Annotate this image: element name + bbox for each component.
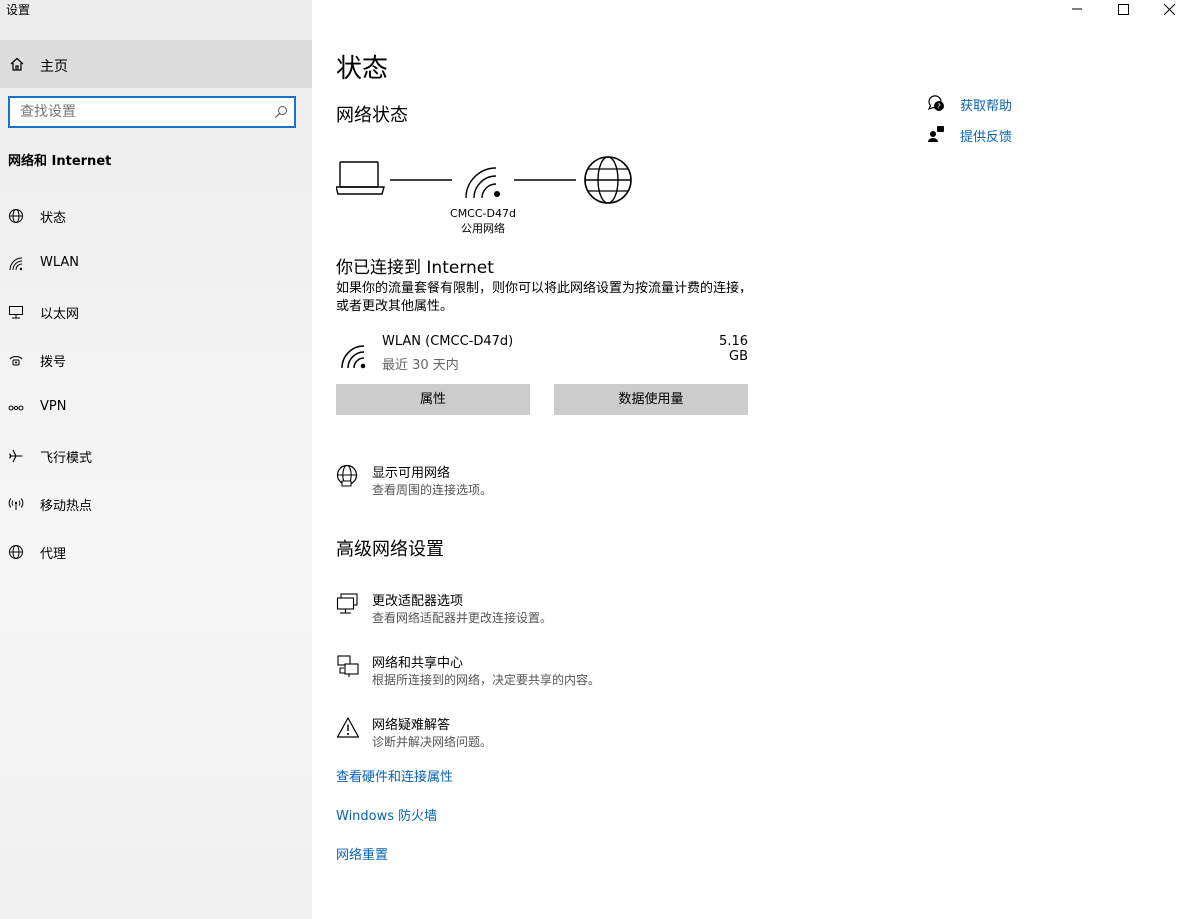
globe-icon xyxy=(9,545,23,559)
sidebar-item-home[interactable]: 主页 xyxy=(0,40,312,88)
vpn-icon xyxy=(8,405,24,411)
sidebar-item-label: WLAN xyxy=(40,255,80,270)
network-ssid: CMCC-D47d xyxy=(450,207,516,220)
search-input[interactable] xyxy=(10,98,260,126)
feedback-icon[interactable] xyxy=(927,125,945,143)
network-name-label: CMCC-D47d 公用网络 xyxy=(438,206,528,236)
sharing-center-link[interactable]: 网络和共享中心 xyxy=(372,652,463,671)
sharing-center-desc: 根据所连接到的网络，决定要共享的内容。 xyxy=(372,673,601,687)
sidebar-item-proxy[interactable]: 代理 xyxy=(0,532,312,572)
get-help-icon[interactable]: ? xyxy=(927,94,945,112)
search-field[interactable] xyxy=(8,96,296,128)
sidebar-item-ethernet[interactable]: 以太网 xyxy=(0,292,312,332)
globe-network-icon[interactable] xyxy=(336,464,360,488)
data-usage-button[interactable]: 数据使用量 xyxy=(554,384,748,415)
airplane-icon xyxy=(9,449,23,463)
globe-icon xyxy=(9,209,23,223)
wifi-icon xyxy=(9,257,23,271)
ethernet-icon xyxy=(9,306,23,319)
adapter-options-link[interactable]: 更改适配器选项 xyxy=(372,590,463,609)
sidebar-item-label: 移动热点 xyxy=(40,499,93,514)
dialup-icon xyxy=(9,356,23,366)
show-networks-link[interactable]: 显示可用网络 xyxy=(372,462,450,481)
maximize-icon xyxy=(1117,3,1129,15)
data-usage-amount: 5.16 GB xyxy=(719,334,748,364)
sidebar-item-label: 状态 xyxy=(40,211,67,226)
sidebar-item-airplane[interactable]: 飞行模式 xyxy=(0,436,312,476)
connection-name: WLAN (CMCC-D47d) xyxy=(382,334,514,349)
sidebar-item-label: 飞行模式 xyxy=(40,451,93,466)
sidebar-item-label: 代理 xyxy=(40,547,67,562)
warning-icon[interactable] xyxy=(336,716,360,740)
sidebar-item-label: 主页 xyxy=(40,59,68,75)
close-icon xyxy=(1163,3,1175,15)
troubleshoot-desc: 诊断并解决网络问题。 xyxy=(372,735,493,749)
troubleshoot-link[interactable]: 网络疑难解答 xyxy=(372,714,450,733)
home-icon xyxy=(10,57,24,71)
windows-firewall-link[interactable]: Windows 防火墙 xyxy=(336,805,437,824)
sharing-center-icon[interactable] xyxy=(336,654,360,678)
properties-button[interactable]: 属性 xyxy=(336,384,530,415)
sidebar-item-hotspot[interactable]: 移动热点 xyxy=(0,484,312,524)
maximize-button[interactable] xyxy=(1100,0,1146,18)
laptop-icon xyxy=(336,161,385,195)
sidebar: 设置 主页 网络和 Internet 状态 WLAN xyxy=(0,0,312,919)
sidebar-item-label: 拨号 xyxy=(40,355,67,370)
sidebar-item-status[interactable]: 状态 xyxy=(0,196,312,236)
connected-heading: 你已连接到 Internet xyxy=(336,258,494,278)
sidebar-item-dialup[interactable]: 拨号 xyxy=(0,340,312,380)
sidebar-item-wlan[interactable]: WLAN xyxy=(0,244,312,284)
minimize-button[interactable] xyxy=(1054,0,1100,18)
app-title: 设置 xyxy=(6,3,31,17)
show-networks-desc: 查看周围的连接选项。 xyxy=(372,483,493,497)
internet-globe-icon xyxy=(584,156,632,204)
sidebar-item-label: 以太网 xyxy=(40,307,80,322)
wifi-icon xyxy=(465,167,500,199)
advanced-settings-heading: 高级网络设置 xyxy=(336,539,444,560)
feedback-link[interactable]: 提供反馈 xyxy=(960,126,1012,145)
svg-text:?: ? xyxy=(937,103,941,111)
connection-period: 最近 30 天内 xyxy=(382,358,459,373)
search-icon[interactable] xyxy=(274,105,288,119)
hotspot-icon xyxy=(8,498,24,510)
close-button[interactable] xyxy=(1146,0,1185,18)
connected-description: 如果你的流量套餐有限制，则你可以将此网络设置为按流量计费的连接，或者更改其他属性… xyxy=(336,281,753,314)
adapter-options-desc: 查看网络适配器并更改连接设置。 xyxy=(372,611,553,625)
sidebar-item-label: VPN xyxy=(40,399,67,414)
network-type: 公用网络 xyxy=(461,222,505,235)
section-title: 网络和 Internet xyxy=(8,154,112,169)
adapter-icon[interactable] xyxy=(336,592,360,616)
hardware-properties-link[interactable]: 查看硬件和连接属性 xyxy=(336,766,453,785)
get-help-link[interactable]: 获取帮助 xyxy=(960,95,1012,114)
minimize-icon xyxy=(1072,8,1082,10)
page-title: 状态 xyxy=(336,54,389,84)
network-status-heading: 网络状态 xyxy=(336,105,408,126)
network-reset-link[interactable]: 网络重置 xyxy=(336,844,388,863)
wifi-icon xyxy=(341,345,366,369)
sidebar-item-vpn[interactable]: VPN xyxy=(0,388,312,428)
